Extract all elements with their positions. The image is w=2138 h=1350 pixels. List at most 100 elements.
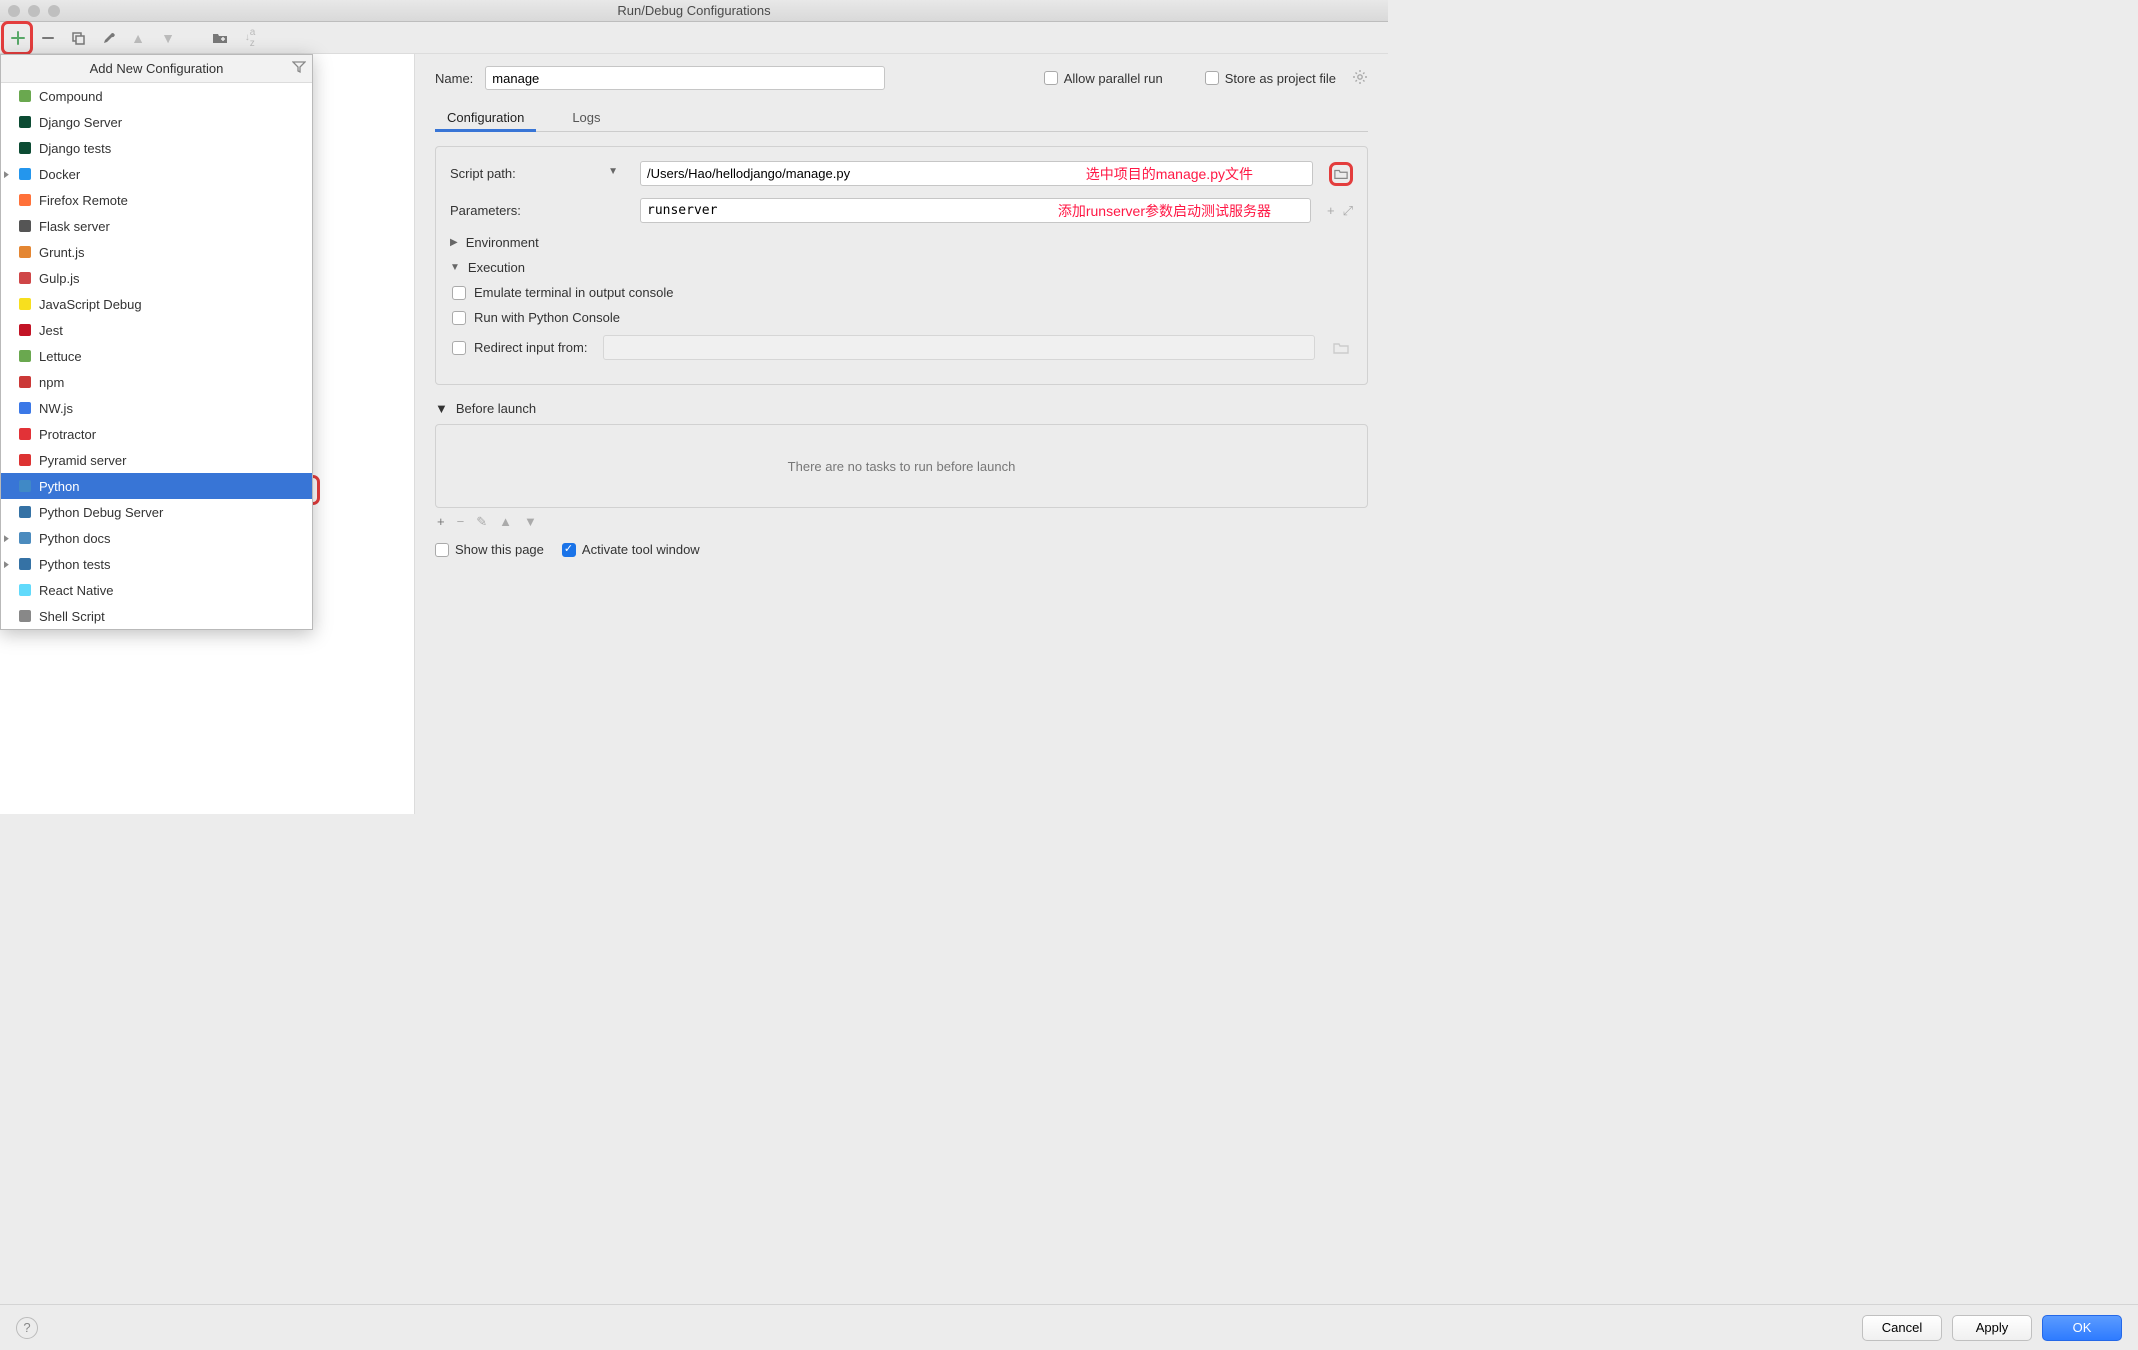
config-type-gulp-js[interactable]: Gulp.js bbox=[1, 265, 312, 291]
django-tests-icon bbox=[17, 140, 33, 156]
configuration-type-list[interactable]: Compound Django ServerDjango testsDocker F… bbox=[1, 83, 312, 629]
config-type-shell-script[interactable]: Shell Script bbox=[1, 603, 312, 629]
remove-task-button[interactable]: − bbox=[457, 514, 465, 530]
run-with-python-console-checkbox[interactable]: Run with Python Console bbox=[452, 310, 1353, 325]
firefox-remote-icon bbox=[17, 192, 33, 208]
tab-logs[interactable]: Logs bbox=[560, 104, 612, 131]
show-this-page-checkbox[interactable]: Show this page bbox=[435, 542, 544, 557]
config-type-nw-js[interactable]: NW.js bbox=[1, 395, 312, 421]
config-type-pyramid-server[interactable]: Pyramid server bbox=[1, 447, 312, 473]
cancel-button[interactable]: Cancel bbox=[1862, 1315, 1942, 1341]
tab-configuration[interactable]: Configuration bbox=[435, 104, 536, 131]
config-type-npm[interactable]: npm bbox=[1, 369, 312, 395]
python-debug-server-icon bbox=[17, 504, 33, 520]
copy-configuration-button[interactable] bbox=[68, 28, 88, 48]
config-type-python-debug-server[interactable]: Python Debug Server bbox=[1, 499, 312, 525]
add-configuration-button[interactable] bbox=[8, 28, 28, 48]
config-type-label: JavaScript Debug bbox=[39, 297, 142, 312]
config-type-javascript-debug[interactable]: JavaScript Debug bbox=[1, 291, 312, 317]
config-type-django-tests[interactable]: Django tests bbox=[1, 135, 312, 161]
move-down-button[interactable]: ▼ bbox=[158, 28, 178, 48]
config-type-python-tests[interactable]: Python tests bbox=[1, 551, 312, 577]
config-type-label: Python tests bbox=[39, 557, 111, 572]
task-toolbar: + − ✎ ▲ ▼ bbox=[435, 508, 1368, 536]
chevron-right-icon: ▶ bbox=[450, 237, 458, 248]
config-type-firefox-remote[interactable]: Firefox Remote bbox=[1, 187, 312, 213]
gulp-js-icon bbox=[17, 270, 33, 286]
script-path-input[interactable] bbox=[640, 161, 1313, 186]
window-title: Run/Debug Configurations bbox=[0, 3, 1388, 18]
config-type-label: Compound bbox=[39, 89, 103, 104]
config-type-compound[interactable]: Compound bbox=[1, 83, 312, 109]
django-server-icon bbox=[17, 114, 33, 130]
chevron-down-icon: ▼ bbox=[608, 166, 618, 177]
javascript-debug-icon bbox=[17, 296, 33, 312]
tabs: Configuration Logs bbox=[435, 104, 1368, 132]
folder-button[interactable] bbox=[210, 28, 230, 48]
toolbar: ▲ ▼ ↓az bbox=[0, 22, 1388, 54]
expand-icon[interactable]: ⤢ bbox=[1343, 203, 1353, 219]
config-type-protractor[interactable]: Protractor bbox=[1, 421, 312, 447]
titlebar: Run/Debug Configurations bbox=[0, 0, 1388, 22]
config-type-label: Firefox Remote bbox=[39, 193, 128, 208]
flask-server-icon bbox=[17, 218, 33, 234]
config-type-lettuce[interactable]: Lettuce bbox=[1, 343, 312, 369]
allow-parallel-checkbox[interactable]: Allow parallel run bbox=[1044, 71, 1163, 86]
script-path-label[interactable]: Script path: ▼ bbox=[450, 166, 630, 181]
before-launch-tasks: There are no tasks to run before launch bbox=[435, 424, 1368, 508]
config-type-label: Shell Script bbox=[39, 609, 105, 624]
config-type-label: Grunt.js bbox=[39, 245, 85, 260]
before-launch-section[interactable]: ▼ Before launch bbox=[435, 401, 1368, 416]
config-type-label: Flask server bbox=[39, 219, 110, 234]
environment-section[interactable]: ▶ Environment bbox=[450, 235, 1353, 250]
react-native-icon bbox=[17, 582, 33, 598]
pyramid-server-icon bbox=[17, 452, 33, 468]
redirect-input-checkbox[interactable]: Redirect input from: bbox=[452, 335, 1353, 360]
edit-templates-button[interactable] bbox=[98, 28, 118, 48]
execution-section[interactable]: ▼ Execution bbox=[450, 260, 1353, 275]
sort-button[interactable]: ↓az bbox=[240, 28, 260, 48]
parameters-input[interactable] bbox=[640, 198, 1311, 223]
help-button[interactable]: ? bbox=[16, 1317, 38, 1339]
browse-script-button[interactable] bbox=[1329, 162, 1353, 186]
redirect-input-path bbox=[603, 335, 1315, 360]
config-type-python-docs[interactable]: Python docs bbox=[1, 525, 312, 551]
ok-button[interactable]: OK bbox=[2042, 1315, 2122, 1341]
compound-icon bbox=[17, 88, 33, 104]
python-tests-icon bbox=[17, 556, 33, 572]
browse-redirect-button bbox=[1329, 336, 1353, 360]
store-as-project-checkbox[interactable]: Store as project file bbox=[1205, 71, 1336, 86]
add-task-button[interactable]: + bbox=[437, 514, 445, 530]
config-type-django-server[interactable]: Django Server bbox=[1, 109, 312, 135]
popup-header: Add New Configuration bbox=[1, 55, 312, 83]
config-type-docker[interactable]: Docker bbox=[1, 161, 312, 187]
chevron-down-icon: ▼ bbox=[450, 262, 460, 273]
config-type-grunt-js[interactable]: Grunt.js bbox=[1, 239, 312, 265]
gear-icon[interactable] bbox=[1352, 69, 1368, 88]
move-up-button[interactable]: ▲ bbox=[128, 28, 148, 48]
remove-configuration-button[interactable] bbox=[38, 28, 58, 48]
activate-tool-window-checkbox[interactable]: Activate tool window bbox=[562, 542, 700, 557]
config-type-label: Gulp.js bbox=[39, 271, 79, 286]
apply-button[interactable]: Apply bbox=[1952, 1315, 2032, 1341]
lettuce-icon bbox=[17, 348, 33, 364]
add-macro-icon[interactable]: + bbox=[1327, 203, 1335, 219]
config-type-label: Python bbox=[39, 479, 79, 494]
chevron-down-icon: ▼ bbox=[435, 401, 448, 416]
move-task-down-button[interactable]: ▼ bbox=[524, 514, 537, 530]
config-type-flask-server[interactable]: Flask server bbox=[1, 213, 312, 239]
grunt-js-icon bbox=[17, 244, 33, 260]
filter-icon[interactable] bbox=[292, 60, 306, 77]
config-type-label: Python Debug Server bbox=[39, 505, 163, 520]
move-task-up-button[interactable]: ▲ bbox=[499, 514, 512, 530]
config-type-python[interactable]: Python bbox=[1, 473, 312, 499]
config-type-jest[interactable]: Jest bbox=[1, 317, 312, 343]
protractor-icon bbox=[17, 426, 33, 442]
edit-task-button[interactable]: ✎ bbox=[476, 514, 487, 530]
configurations-tree: Add New Configuration Compound Django Ser… bbox=[0, 54, 415, 814]
config-type-react-native[interactable]: React Native bbox=[1, 577, 312, 603]
config-type-label: NW.js bbox=[39, 401, 73, 416]
configuration-panel: Script path: ▼ 选中项目的manage.py文件 Paramete… bbox=[435, 146, 1368, 385]
emulate-terminal-checkbox[interactable]: Emulate terminal in output console bbox=[452, 285, 1353, 300]
name-input[interactable] bbox=[485, 66, 885, 90]
